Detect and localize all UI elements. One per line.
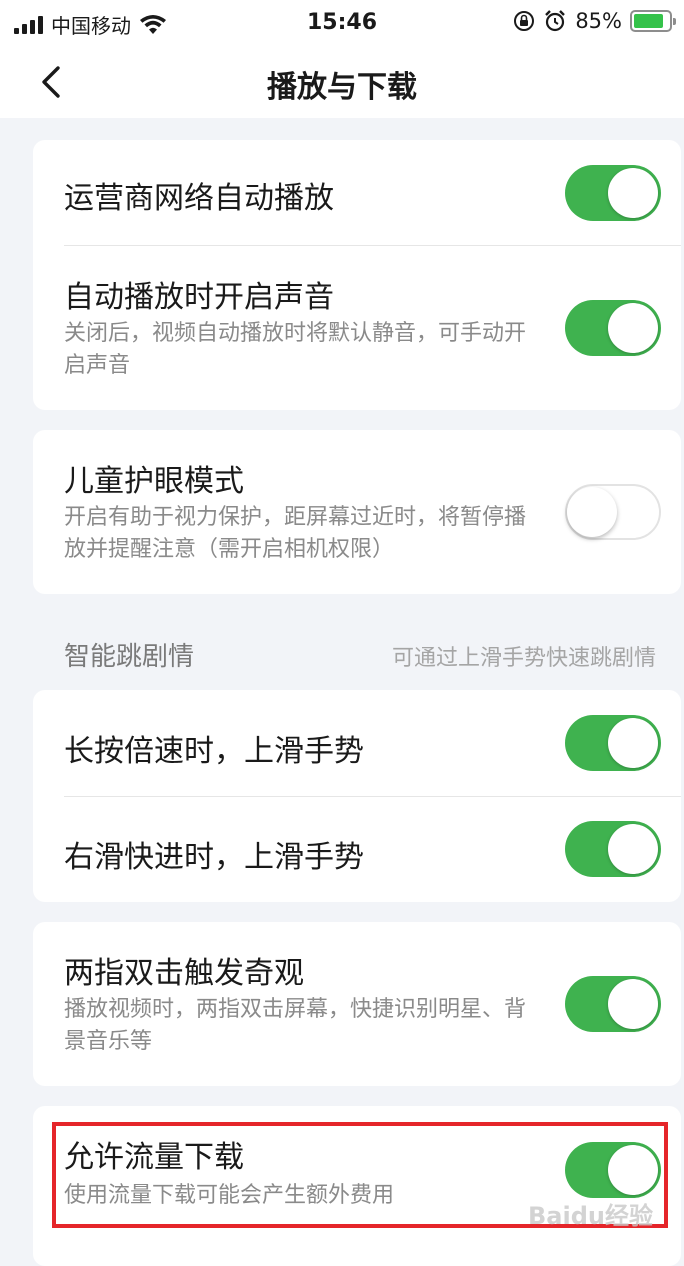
watermark-logo: Baidu经验 [528, 1202, 653, 1230]
toggle-carrier-autoplay[interactable] [565, 165, 661, 221]
toggle-knob [608, 168, 658, 218]
nav-bar: 播放与下载 [0, 46, 684, 118]
toggle-two-finger-double-tap[interactable] [565, 976, 661, 1032]
card-two-finger: 两指双击触发奇观 播放视频时，两指双击屏幕，快捷识别明星、背景音乐等 [33, 922, 681, 1086]
toggle-child-eye-care[interactable] [565, 484, 661, 540]
alarm-icon [545, 10, 566, 32]
orientation-lock-icon [514, 11, 535, 31]
setting-row-child-eye-care: 儿童护眼模式 开启有助于视力保护，距屏幕过近时，将暂停播放并提醒注意（需开启相机… [33, 430, 681, 594]
setting-title: 自动播放时开启声音 [64, 280, 334, 315]
status-bar: 中国移动 15:46 85% [0, 0, 684, 46]
setting-title: 长按倍速时，上滑手势 [64, 734, 364, 769]
toggle-knob [608, 979, 658, 1029]
setting-description: 播放视频时，两指双击屏幕，快捷识别明星、背景音乐等 [64, 997, 527, 1054]
section-hint: 可通过上滑手势快速跳剧情 [391, 646, 656, 671]
card-gestures: 长按倍速时，上滑手势 右滑快进时，上滑手势 [33, 690, 681, 902]
page-title: 播放与下载 [267, 70, 417, 105]
toggle-long-press-swipe[interactable] [565, 715, 661, 771]
toggle-knob [567, 487, 617, 537]
setting-title: 儿童护眼模式 [64, 464, 244, 499]
toggle-knob [608, 718, 658, 768]
setting-row-long-press-swipe: 长按倍速时，上滑手势 [33, 690, 681, 796]
card-eye-care: 儿童护眼模式 开启有助于视力保护，距屏幕过近时，将暂停播放并提醒注意（需开启相机… [33, 430, 681, 594]
toggle-knob [608, 303, 658, 353]
setting-title: 运营商网络自动播放 [64, 181, 334, 216]
setting-description: 开启有助于视力保护，距屏幕过近时，将暂停播放并提醒注意（需开启相机权限） [64, 505, 527, 562]
battery-icon [630, 10, 676, 32]
setting-row-two-finger-double-tap: 两指双击触发奇观 播放视频时，两指双击屏幕，快捷识别明星、背景音乐等 [33, 922, 681, 1086]
setting-title: 右滑快进时，上滑手势 [64, 840, 364, 875]
setting-row-fast-forward-swipe: 右滑快进时，上滑手势 [33, 796, 681, 902]
toggle-knob [608, 824, 658, 874]
setting-title: 两指双击触发奇观 [64, 956, 304, 991]
setting-row-autoplay-sound: 自动播放时开启声音 关闭后，视频自动播放时将默认静音，可手动开启声音 [33, 246, 681, 410]
card-autoplay: 运营商网络自动播放 自动播放时开启声音 关闭后，视频自动播放时将默认静音，可手动… [33, 140, 681, 410]
setting-description: 关闭后，视频自动播放时将默认静音，可手动开启声音 [64, 321, 527, 378]
toggle-fast-forward-swipe[interactable] [565, 821, 661, 877]
status-right: 85% [513, 9, 676, 33]
battery-percent: 85% [575, 9, 622, 33]
setting-row-carrier-autoplay: 运营商网络自动播放 [33, 140, 681, 246]
battery-fill [634, 14, 663, 28]
toggle-autoplay-sound[interactable] [565, 300, 661, 356]
section-header-smart-skip: 智能跳剧情 [64, 642, 195, 672]
